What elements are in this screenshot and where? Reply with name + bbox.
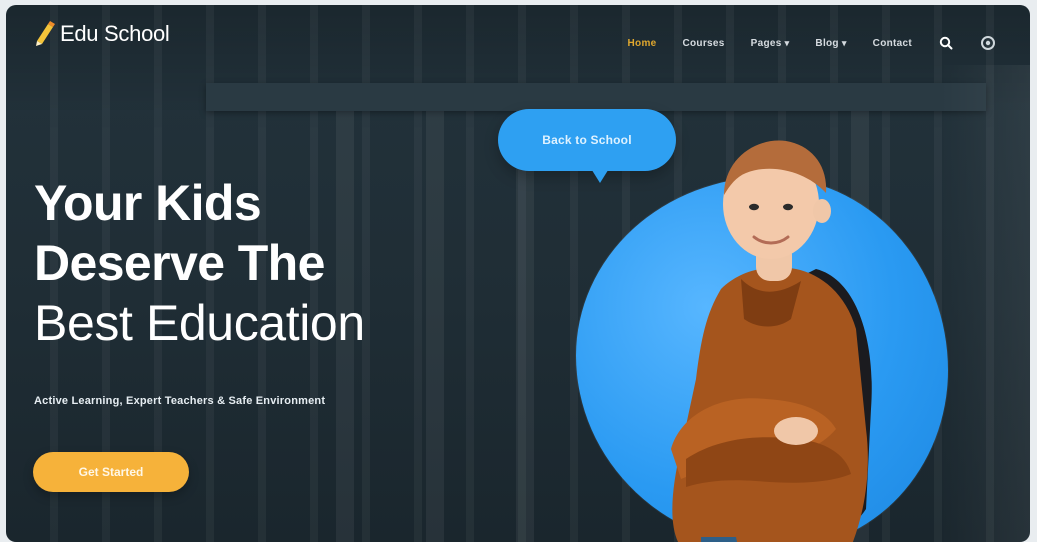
nav-item-pages[interactable]: Pages ▾: [751, 38, 790, 49]
nav-item-blog-label: Blog: [815, 37, 839, 49]
speech-bubble-tail: [590, 167, 610, 183]
background-column: [516, 111, 534, 542]
search-icon[interactable]: [938, 35, 954, 51]
nav-item-home[interactable]: Home: [628, 38, 657, 49]
hero-subtitle: Active Learning, Expert Teachers & Safe …: [34, 395, 326, 407]
student-image: [671, 140, 872, 542]
settings-icon[interactable]: [980, 35, 996, 51]
hero-title-line-3: Best Education: [34, 295, 365, 351]
hero-title-line-1: Your Kids: [34, 175, 262, 231]
chevron-down-icon: ▾: [841, 37, 847, 48]
nav-item-courses[interactable]: Courses: [683, 38, 725, 49]
background-column: [426, 111, 444, 542]
brand-logo[interactable]: Edu School: [34, 21, 170, 47]
hero-title: Your Kids Deserve The Best Education: [34, 173, 365, 353]
nav-item-contact[interactable]: Contact: [873, 38, 912, 49]
speech-bubble-text: Back to School: [542, 133, 632, 147]
chevron-down-icon: ▾: [784, 37, 790, 48]
main-nav: Home Courses Pages ▾ Blog ▾ Contact: [628, 35, 996, 51]
background-wall: [940, 65, 1030, 542]
nav-item-pages-label: Pages: [750, 37, 782, 49]
brand-name: Edu School: [60, 21, 170, 46]
pencil-logo-icon: [36, 21, 55, 46]
background-beam: [206, 83, 986, 111]
hero-title-line-2: Deserve The: [34, 235, 325, 291]
hero-section: Edu School Home Courses Pages ▾ Blog ▾ Con…: [6, 5, 1030, 542]
get-started-button[interactable]: Get Started: [33, 452, 189, 492]
nav-item-blog[interactable]: Blog ▾: [815, 38, 846, 49]
